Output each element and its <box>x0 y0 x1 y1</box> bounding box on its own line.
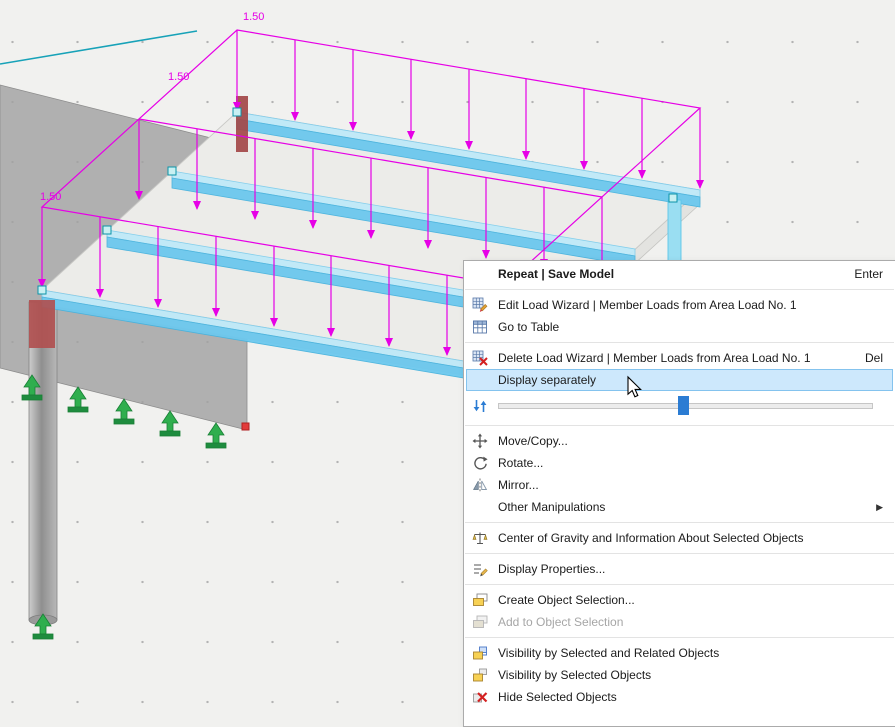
support-2[interactable] <box>67 386 89 413</box>
column-member-left[interactable] <box>28 301 58 626</box>
menu-item-load-distribution-slider[interactable] <box>464 391 895 421</box>
display-properties-icon <box>470 561 490 577</box>
mirror-icon <box>470 477 490 493</box>
menu-item-label: Visibility by Selected and Related Objec… <box>498 646 720 660</box>
support-4[interactable] <box>159 410 181 437</box>
no-icon <box>470 372 490 388</box>
menu-item-visibility-selected[interactable]: Visibility by Selected Objects <box>464 664 895 686</box>
no-icon <box>470 499 490 515</box>
center-of-gravity-icon <box>470 530 490 546</box>
node-4[interactable] <box>37 285 47 295</box>
load-value-label-1: 1.50 <box>243 11 264 23</box>
no-icon <box>470 266 490 282</box>
load-wizard-delete-icon <box>470 350 490 366</box>
menu-shortcut: Del <box>864 351 883 365</box>
node-3[interactable] <box>102 225 112 235</box>
menu-separator <box>465 584 894 585</box>
menu-item-center-of-gravity[interactable]: Center of Gravity and Information About … <box>464 527 895 549</box>
slider-track[interactable] <box>498 396 873 415</box>
menu-item-label: Edit Load Wizard | Member Loads from Are… <box>498 298 797 312</box>
viewport[interactable]: 1.50 1.50 1.50 Repeat | Save Model Enter… <box>0 0 895 727</box>
menu-item-create-object-selection[interactable]: Create Object Selection... <box>464 589 895 611</box>
menu-item-repeat-save-model[interactable]: Repeat | Save Model Enter <box>464 263 895 285</box>
move-icon <box>470 433 490 449</box>
menu-item-label: Delete Load Wizard | Member Loads from A… <box>498 351 811 365</box>
menu-item-label: Move/Copy... <box>498 434 568 448</box>
selected-member-strip-column[interactable] <box>29 300 55 348</box>
hide-objects-icon <box>470 689 490 705</box>
menu-separator <box>465 553 894 554</box>
menu-item-label: Hide Selected Objects <box>498 690 617 704</box>
support-3[interactable] <box>113 398 135 425</box>
menu-item-go-to-table[interactable]: Go to Table <box>464 316 895 338</box>
selected-member-strip-top[interactable] <box>236 96 248 152</box>
menu-separator <box>465 522 894 523</box>
menu-item-label: Other Manipulations <box>498 500 606 514</box>
selected-node[interactable] <box>241 422 250 431</box>
support-5[interactable] <box>205 422 227 449</box>
menu-item-other-manipulations[interactable]: Other Manipulations ▶ <box>464 496 895 518</box>
menu-item-label: Display Properties... <box>498 562 606 576</box>
menu-item-display-separately[interactable]: Display separately <box>466 369 893 391</box>
menu-item-add-to-object-selection: Add to Object Selection <box>464 611 895 633</box>
menu-item-label: Center of Gravity and Information About … <box>498 531 804 545</box>
menu-item-rotate[interactable]: Rotate... <box>464 452 895 474</box>
menu-item-label: Go to Table <box>498 320 560 334</box>
menu-item-label: Display separately <box>498 373 597 387</box>
submenu-arrow-icon: ▶ <box>876 501 883 512</box>
menu-separator <box>465 289 894 290</box>
menu-item-label: Visibility by Selected Objects <box>498 668 652 682</box>
load-value-label-2: 1.50 <box>168 71 189 83</box>
menu-separator <box>465 342 894 343</box>
menu-item-label: Create Object Selection... <box>498 593 635 607</box>
node-5[interactable] <box>668 193 678 203</box>
node-1[interactable] <box>232 107 242 117</box>
menu-separator <box>465 637 894 638</box>
menu-item-display-properties[interactable]: Display Properties... <box>464 558 895 580</box>
menu-item-delete-load-wizard[interactable]: Delete Load Wizard | Member Loads from A… <box>464 347 895 369</box>
sort-arrows-icon <box>470 398 490 414</box>
rotate-icon <box>470 455 490 471</box>
model-edge-line[interactable] <box>0 30 198 65</box>
node-2[interactable] <box>167 166 177 176</box>
menu-item-label: Rotate... <box>498 456 544 470</box>
menu-separator <box>465 425 894 426</box>
menu-item-mirror[interactable]: Mirror... <box>464 474 895 496</box>
menu-item-hide-selected-objects[interactable]: Hide Selected Objects <box>464 686 895 708</box>
table-icon <box>470 319 490 335</box>
visibility-selected-icon <box>470 667 490 683</box>
visibility-related-icon <box>470 645 490 661</box>
menu-item-label: Add to Object Selection <box>498 615 624 629</box>
add-selection-icon <box>470 614 490 630</box>
load-wizard-edit-icon <box>470 297 490 313</box>
menu-item-label: Mirror... <box>498 478 539 492</box>
menu-item-move-copy[interactable]: Move/Copy... <box>464 430 895 452</box>
menu-shortcut: Enter <box>854 267 883 281</box>
context-menu: Repeat | Save Model Enter Edit Load Wiza… <box>463 260 895 727</box>
slider-thumb[interactable] <box>678 396 690 415</box>
menu-item-label: Repeat | Save Model <box>498 267 615 281</box>
load-value-label-3: 1.50 <box>40 191 61 203</box>
create-selection-icon <box>470 592 490 608</box>
menu-item-edit-load-wizard[interactable]: Edit Load Wizard | Member Loads from Are… <box>464 294 895 316</box>
menu-item-visibility-selected-related[interactable]: Visibility by Selected and Related Objec… <box>464 642 895 664</box>
